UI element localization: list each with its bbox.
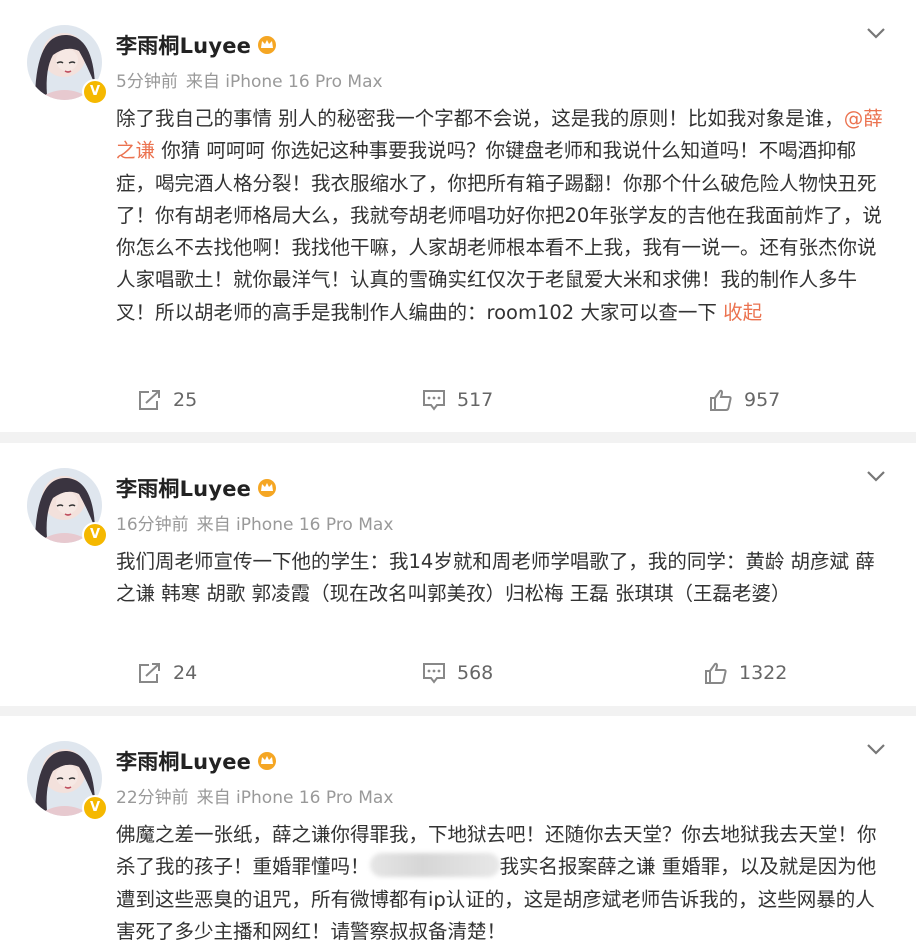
author-name[interactable]: 李雨桐Luyee: [116, 473, 277, 503]
thumbs-up-icon: [705, 662, 727, 684]
comment-button[interactable]: 568: [421, 661, 493, 685]
verified-badge-icon: V: [82, 522, 108, 548]
post-source: 来自 iPhone 16 Pro Max: [196, 515, 394, 535]
author-name-text[interactable]: 李雨桐Luyee: [116, 750, 251, 774]
weibo-post-1: V 李雨桐Luyee 5分钟前 来自 iPhone 16 Pro Max 除了我自…: [0, 0, 916, 432]
post-text-part: 你猜 呵呵呵 你选妃这种事要我说吗？你键盘老师和我说什么知道吗！不喝酒抑郁症，喝…: [116, 139, 882, 324]
verified-badge-icon: V: [82, 79, 108, 105]
chevron-down-icon[interactable]: [866, 469, 886, 483]
crown-icon: [258, 479, 277, 497]
like-button[interactable]: 1322: [703, 661, 787, 685]
post-source: 来自 iPhone 16 Pro Max: [185, 72, 383, 92]
like-count: 957: [744, 389, 781, 411]
post-source: 来自 iPhone 16 Pro Max: [196, 788, 394, 808]
post-text: 我们周老师宣传一下他的学生：我14岁就和周老师学唱歌了，我的同学：黄龄 胡彦斌 …: [116, 546, 886, 611]
crown-icon: [258, 36, 277, 54]
comment-icon: [423, 390, 445, 411]
post-meta: 5分钟前 来自 iPhone 16 Pro Max: [116, 67, 391, 92]
repost-icon: [139, 663, 160, 683]
verified-badge-icon: V: [82, 795, 108, 821]
repost-icon: [139, 390, 160, 410]
post-text: 除了我自己的事情 别人的秘密我一个字都不会说，这是我的原则！比如我对象是谁，@薛…: [116, 103, 886, 329]
like-button[interactable]: 957: [708, 388, 780, 412]
post-meta: 16分钟前 来自 iPhone 16 Pro Max: [116, 510, 401, 535]
post-text: 佛魔之差一张纸，薛之谦你得罪我，下地狱去吧！还随你去天堂？你去地狱我去天堂！你杀…: [116, 819, 886, 943]
chevron-down-icon[interactable]: [866, 26, 886, 40]
weibo-post-3: V 李雨桐Luyee 22分钟前 来自 iPhone 16 Pro Max 佛魔之…: [0, 716, 916, 943]
action-bar: 24 568 1322: [0, 661, 916, 691]
post-time[interactable]: 16分钟前: [116, 515, 189, 535]
repost-button[interactable]: 24: [137, 661, 197, 685]
post-time[interactable]: 22分钟前: [116, 788, 189, 808]
collapse-link[interactable]: 收起: [723, 301, 762, 324]
author-name-text[interactable]: 李雨桐Luyee: [116, 34, 251, 58]
like-count: 1322: [739, 662, 788, 684]
comment-count: 568: [457, 662, 494, 684]
weibo-post-2: V 李雨桐Luyee 16分钟前 来自 iPhone 16 Pro Max 我们周…: [0, 443, 916, 706]
repost-button[interactable]: 25: [137, 388, 197, 412]
post-text-part: 除了我自己的事情 别人的秘密我一个字都不会说，这是我的原则！比如我对象是谁，: [116, 107, 844, 130]
author-name[interactable]: 李雨桐Luyee: [116, 746, 277, 776]
post-time[interactable]: 5分钟前: [116, 72, 178, 92]
avatar[interactable]: V: [27, 741, 108, 821]
avatar[interactable]: V: [27, 25, 108, 105]
thumbs-up-icon: [710, 389, 732, 411]
avatar[interactable]: V: [27, 468, 108, 548]
author-name[interactable]: 李雨桐Luyee: [116, 30, 277, 60]
comment-icon: [423, 663, 445, 684]
action-bar: 25 517 957: [0, 388, 916, 418]
crown-icon: [258, 752, 277, 770]
author-name-text[interactable]: 李雨桐Luyee: [116, 477, 251, 501]
redacted-blur: [369, 853, 500, 878]
comment-button[interactable]: 517: [421, 388, 493, 412]
post-text-part: 我们周老师宣传一下他的学生：我14岁就和周老师学唱歌了，我的同学：黄龄 胡彦斌 …: [116, 550, 875, 606]
chevron-down-icon[interactable]: [866, 742, 886, 756]
post-meta: 22分钟前 来自 iPhone 16 Pro Max: [116, 783, 401, 808]
comment-count: 517: [457, 389, 494, 411]
repost-count: 25: [173, 389, 198, 411]
repost-count: 24: [173, 662, 198, 684]
